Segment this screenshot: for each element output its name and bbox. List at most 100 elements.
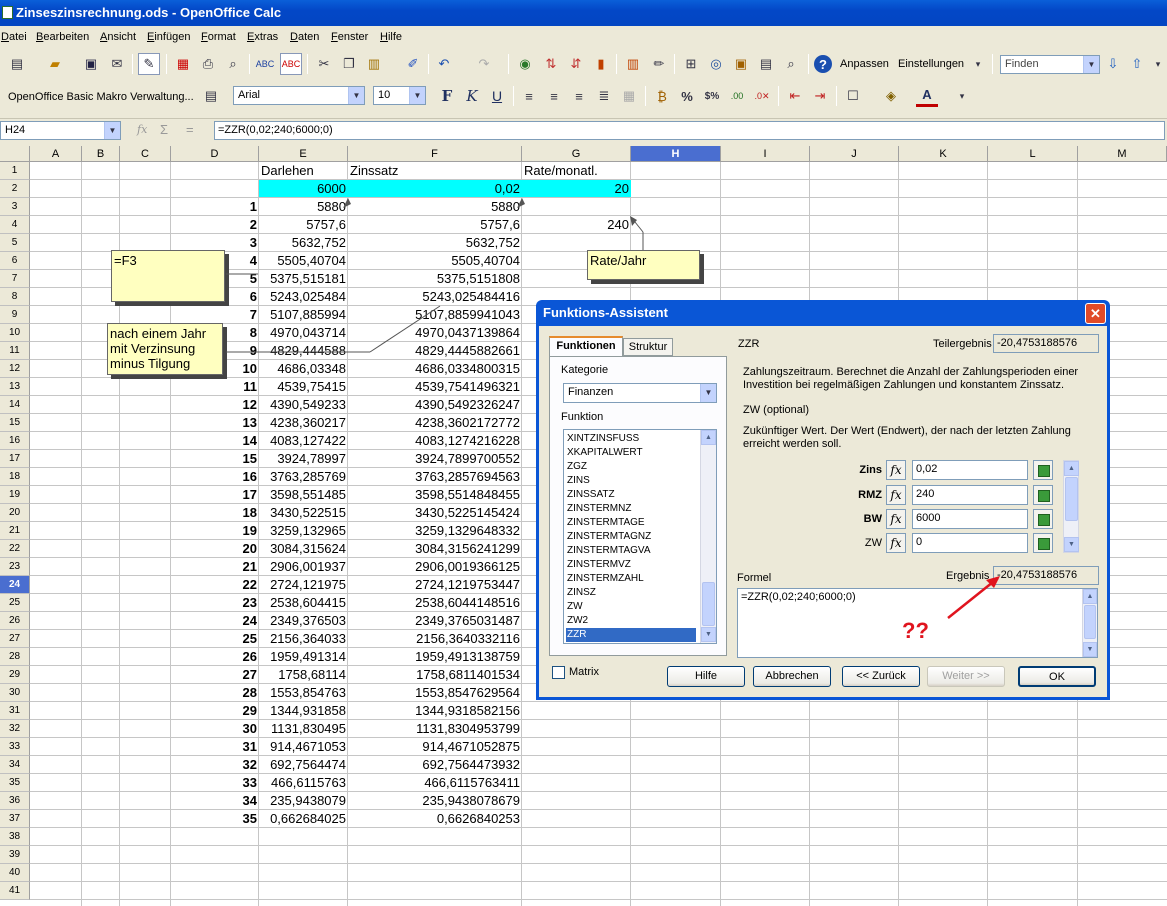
- chart-icon[interactable]: ▥: [622, 53, 644, 75]
- function-list-scrollbar[interactable]: ▲ ▼: [700, 430, 716, 643]
- row-header[interactable]: 36: [0, 792, 30, 810]
- delete-decimal-icon[interactable]: .0✕: [751, 85, 773, 107]
- chevron-down-icon[interactable]: ▼: [348, 87, 364, 104]
- cell-d[interactable]: 12: [171, 396, 259, 414]
- row-header[interactable]: 13: [0, 378, 30, 396]
- function-list[interactable]: XINTZINSFUSS XKAPITALWERT ZGZ ZINS ZINSSATZ Z…: [563, 429, 717, 644]
- cell-f[interactable]: 2349,3765031487: [348, 612, 522, 630]
- close-icon[interactable]: ✕: [1085, 303, 1106, 324]
- menu-extras[interactable]: Extras: [247, 31, 278, 43]
- cell-d[interactable]: 34: [171, 792, 259, 810]
- menu-einfuegen[interactable]: Einfügen: [147, 31, 190, 43]
- menu-ansicht[interactable]: Ansicht: [100, 31, 136, 43]
- cell-d[interactable]: 26: [171, 648, 259, 666]
- print-icon[interactable]: ⎙: [197, 53, 219, 75]
- comment-note-year[interactable]: nach einem Jahr mit Verzinsung minus Til…: [107, 323, 223, 375]
- cell-f[interactable]: 1959,4913138759: [348, 648, 522, 666]
- column-header-h[interactable]: H: [631, 146, 721, 162]
- cell-f[interactable]: 3430,5225145424: [348, 504, 522, 522]
- function-list-item[interactable]: ZINSTERMTAGE: [566, 516, 696, 530]
- redo-icon[interactable]: ↷: [473, 53, 495, 75]
- cell-f[interactable]: 3259,1329648332: [348, 522, 522, 540]
- row-header[interactable]: 41: [0, 882, 30, 900]
- font-size-select[interactable]: 10 ▼: [373, 86, 426, 105]
- fx-icon[interactable]: fx: [886, 460, 906, 480]
- cell-f[interactable]: 2538,6044148516: [348, 594, 522, 612]
- row-header[interactable]: 27: [0, 630, 30, 648]
- spellcheck-icon[interactable]: ABC: [254, 53, 276, 75]
- ok-button[interactable]: OK: [1018, 666, 1096, 687]
- clone-formatting-icon[interactable]: ✐: [402, 53, 424, 75]
- row-header[interactable]: 30: [0, 684, 30, 702]
- args-scrollbar[interactable]: ▲ ▼: [1063, 460, 1079, 553]
- row-header[interactable]: 1: [0, 162, 30, 180]
- cut-icon[interactable]: ✂: [313, 53, 335, 75]
- function-list-item[interactable]: ZGZ: [566, 460, 696, 474]
- row-header[interactable]: 35: [0, 774, 30, 792]
- open-folder-icon[interactable]: ▰: [44, 53, 66, 75]
- cell-f[interactable]: 1758,6811401534: [348, 666, 522, 684]
- function-list-item[interactable]: ZINSTERMTAGNZ: [566, 530, 696, 544]
- fx-icon[interactable]: fx: [886, 533, 906, 553]
- chevron-down-icon[interactable]: ▼: [700, 384, 716, 402]
- arg-input-zins[interactable]: 0,02: [912, 460, 1028, 480]
- cell-f[interactable]: 1553,8547629564: [348, 684, 522, 702]
- row-header[interactable]: 19: [0, 486, 30, 504]
- matrix-checkbox[interactable]: [552, 666, 565, 679]
- row-header[interactable]: 15: [0, 414, 30, 432]
- menu-fenster[interactable]: Fenster: [331, 31, 368, 43]
- cell-e[interactable]: 3259,132965: [259, 522, 348, 540]
- menu-daten[interactable]: Daten: [290, 31, 319, 43]
- decrease-indent-icon[interactable]: ⇤: [784, 85, 806, 107]
- cell-d[interactable]: 29: [171, 702, 259, 720]
- function-list-item[interactable]: ZINSTERMNZ: [566, 502, 696, 516]
- cell-g2[interactable]: 20: [522, 180, 631, 198]
- cell-e[interactable]: 1344,931858: [259, 702, 348, 720]
- cell-e[interactable]: 1959,491314: [259, 648, 348, 666]
- function-list-item[interactable]: ZW2: [566, 614, 696, 628]
- arg-input-zw[interactable]: 0: [912, 533, 1028, 553]
- find-input[interactable]: Finden ▼: [1000, 55, 1100, 74]
- justify-icon[interactable]: ≣: [593, 85, 615, 107]
- cell-d[interactable]: 33: [171, 774, 259, 792]
- bold-icon[interactable]: F: [436, 85, 458, 107]
- cell-e[interactable]: 4970,043714: [259, 324, 348, 342]
- row-header[interactable]: 38: [0, 828, 30, 846]
- function-list-item[interactable]: ZINS: [566, 474, 696, 488]
- cell-d[interactable]: 7: [171, 306, 259, 324]
- row-header[interactable]: 6: [0, 252, 30, 270]
- cell-e[interactable]: 5880: [259, 198, 348, 216]
- cell-g4[interactable]: 240: [522, 216, 631, 234]
- fx-icon[interactable]: fx: [886, 509, 906, 529]
- select-all-corner[interactable]: [0, 146, 30, 162]
- cell-d[interactable]: 15: [171, 450, 259, 468]
- add-decimal-icon[interactable]: .00: [726, 85, 748, 107]
- font-color-icon[interactable]: A: [916, 85, 938, 107]
- cell-f[interactable]: 4539,7541496321: [348, 378, 522, 396]
- row-header[interactable]: 17: [0, 450, 30, 468]
- name-box[interactable]: H24 ▼: [0, 121, 121, 140]
- cell-e[interactable]: 235,9438079: [259, 792, 348, 810]
- cell-f2[interactable]: 0,02: [348, 180, 522, 198]
- cell-f1[interactable]: Zinssatz: [348, 162, 522, 180]
- cell-e[interactable]: 1553,854763: [259, 684, 348, 702]
- row-header[interactable]: 22: [0, 540, 30, 558]
- borders-icon[interactable]: ☐: [842, 85, 864, 107]
- underline-icon[interactable]: U: [486, 85, 508, 107]
- function-list-item[interactable]: ZZR: [566, 628, 696, 642]
- category-select[interactable]: Finanzen ▼: [563, 383, 717, 403]
- scroll-up-icon[interactable]: ▲: [1064, 461, 1079, 476]
- row-header[interactable]: 21: [0, 522, 30, 540]
- cell-e[interactable]: 5632,752: [259, 234, 348, 252]
- function-list-item[interactable]: ZINSTERMZAHL: [566, 572, 696, 586]
- column-header-g[interactable]: G: [522, 146, 631, 162]
- styles-icon[interactable]: ▤: [200, 85, 222, 107]
- cell-e[interactable]: 4686,03348: [259, 360, 348, 378]
- row-header[interactable]: 4: [0, 216, 30, 234]
- cell-f[interactable]: 5107,8859941043: [348, 306, 522, 324]
- row-header[interactable]: 23: [0, 558, 30, 576]
- menu-bearbeiten[interactable]: Bearbeiten: [36, 31, 89, 43]
- cell-d[interactable]: 19: [171, 522, 259, 540]
- cell-e[interactable]: 5107,885994: [259, 306, 348, 324]
- scroll-down-icon[interactable]: ▼: [1064, 537, 1079, 552]
